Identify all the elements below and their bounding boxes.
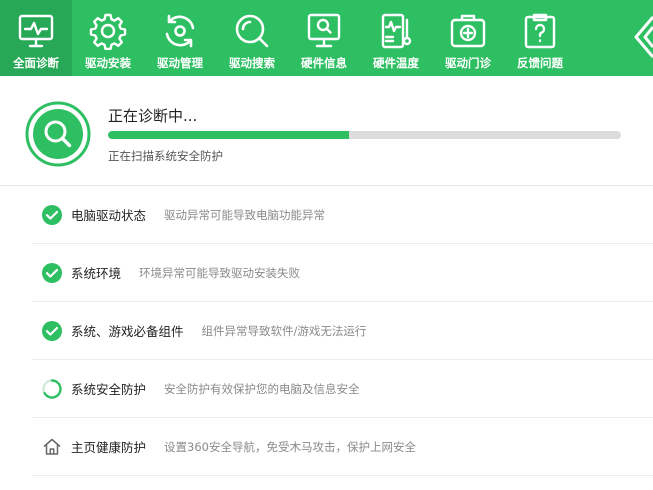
check-item-list: 电脑驱动状态 驱动异常可能导致电脑功能异常 系统环境 环境异常可能导致驱动安装失… (32, 186, 653, 476)
tab-driver-clinic[interactable]: 驱动门诊 (432, 0, 504, 76)
thermometer-icon (381, 13, 412, 49)
clipboard-question-icon (524, 13, 556, 49)
tab-label: 驱动搜索 (229, 56, 275, 70)
tab-driver-install[interactable]: 驱动安装 (72, 0, 144, 76)
tab-label: 驱动安装 (85, 56, 131, 70)
brand-logo-icon (634, 16, 653, 58)
tab-driver-search[interactable]: 驱动搜索 (216, 0, 288, 76)
tab-hardware-temp[interactable]: 硬件温度 (360, 0, 432, 76)
gear-icon (89, 13, 127, 50)
check-circle-icon (42, 204, 62, 225)
item-name: 系统、游戏必备组件 (71, 324, 184, 339)
loading-spinner-icon (42, 378, 62, 399)
tab-hardware-info[interactable]: 硬件信息 (288, 0, 360, 76)
tab-label: 驱动门诊 (445, 56, 491, 70)
medical-kit-icon (450, 14, 486, 48)
list-item: 系统环境 环境异常可能导致驱动安装失败 (32, 244, 653, 302)
item-description: 组件异常导致软件/游戏无法运行 (201, 323, 367, 338)
monitor-pulse-icon (18, 14, 54, 48)
main-toolbar: 全面诊断 驱动安装 驱动管理 驱动搜索 硬件信息 硬件温度 驱动门诊 反馈问题 (0, 0, 653, 76)
progress-bar (108, 131, 621, 139)
tab-label: 全面诊断 (13, 56, 59, 70)
status-subtitle: 正在扫描系统安全防护 (108, 149, 223, 163)
tab-driver-manage[interactable]: 驱动管理 (144, 0, 216, 76)
check-circle-icon (42, 320, 62, 341)
item-name: 主页健康防护 (71, 440, 147, 455)
tab-feedback[interactable]: 反馈问题 (504, 0, 576, 76)
search-icon (235, 14, 269, 48)
check-circle-icon (42, 262, 62, 283)
item-description: 环境异常可能导致驱动安装失败 (139, 265, 301, 280)
tab-label: 硬件温度 (373, 56, 419, 70)
tab-label: 反馈问题 (517, 56, 563, 70)
item-name: 系统安全防护 (71, 382, 147, 397)
progress-bar-fill (108, 131, 350, 139)
item-description: 设置360安全导航，免受木马攻击，保护上网安全 (164, 439, 416, 454)
refresh-icon (165, 14, 195, 48)
item-name: 系统环境 (71, 266, 122, 281)
list-item: 主页健康防护 设置360安全导航，免受木马攻击，保护上网安全 (32, 418, 653, 476)
item-description: 安全防护有效保护您的电脑及信息安全 (164, 381, 360, 396)
diagnosis-status-panel: 正在诊断中... 正在扫描系统安全防护 (0, 76, 653, 186)
monitor-user-icon (307, 13, 341, 48)
item-description: 驱动异常可能导致电脑功能异常 (164, 207, 326, 222)
tab-label: 驱动管理 (157, 56, 203, 70)
status-title: 正在诊断中... (108, 107, 198, 125)
list-item: 系统安全防护 安全防护有效保护您的电脑及信息安全 (32, 360, 653, 418)
scan-search-icon (25, 101, 91, 167)
tab-full-diagnosis[interactable]: 全面诊断 (0, 0, 72, 76)
list-item: 电脑驱动状态 驱动异常可能导致电脑功能异常 (32, 186, 653, 244)
list-item: 系统、游戏必备组件 组件异常导致软件/游戏无法运行 (32, 302, 653, 360)
tab-label: 硬件信息 (301, 56, 347, 70)
home-icon (43, 438, 61, 455)
item-name: 电脑驱动状态 (71, 208, 147, 223)
